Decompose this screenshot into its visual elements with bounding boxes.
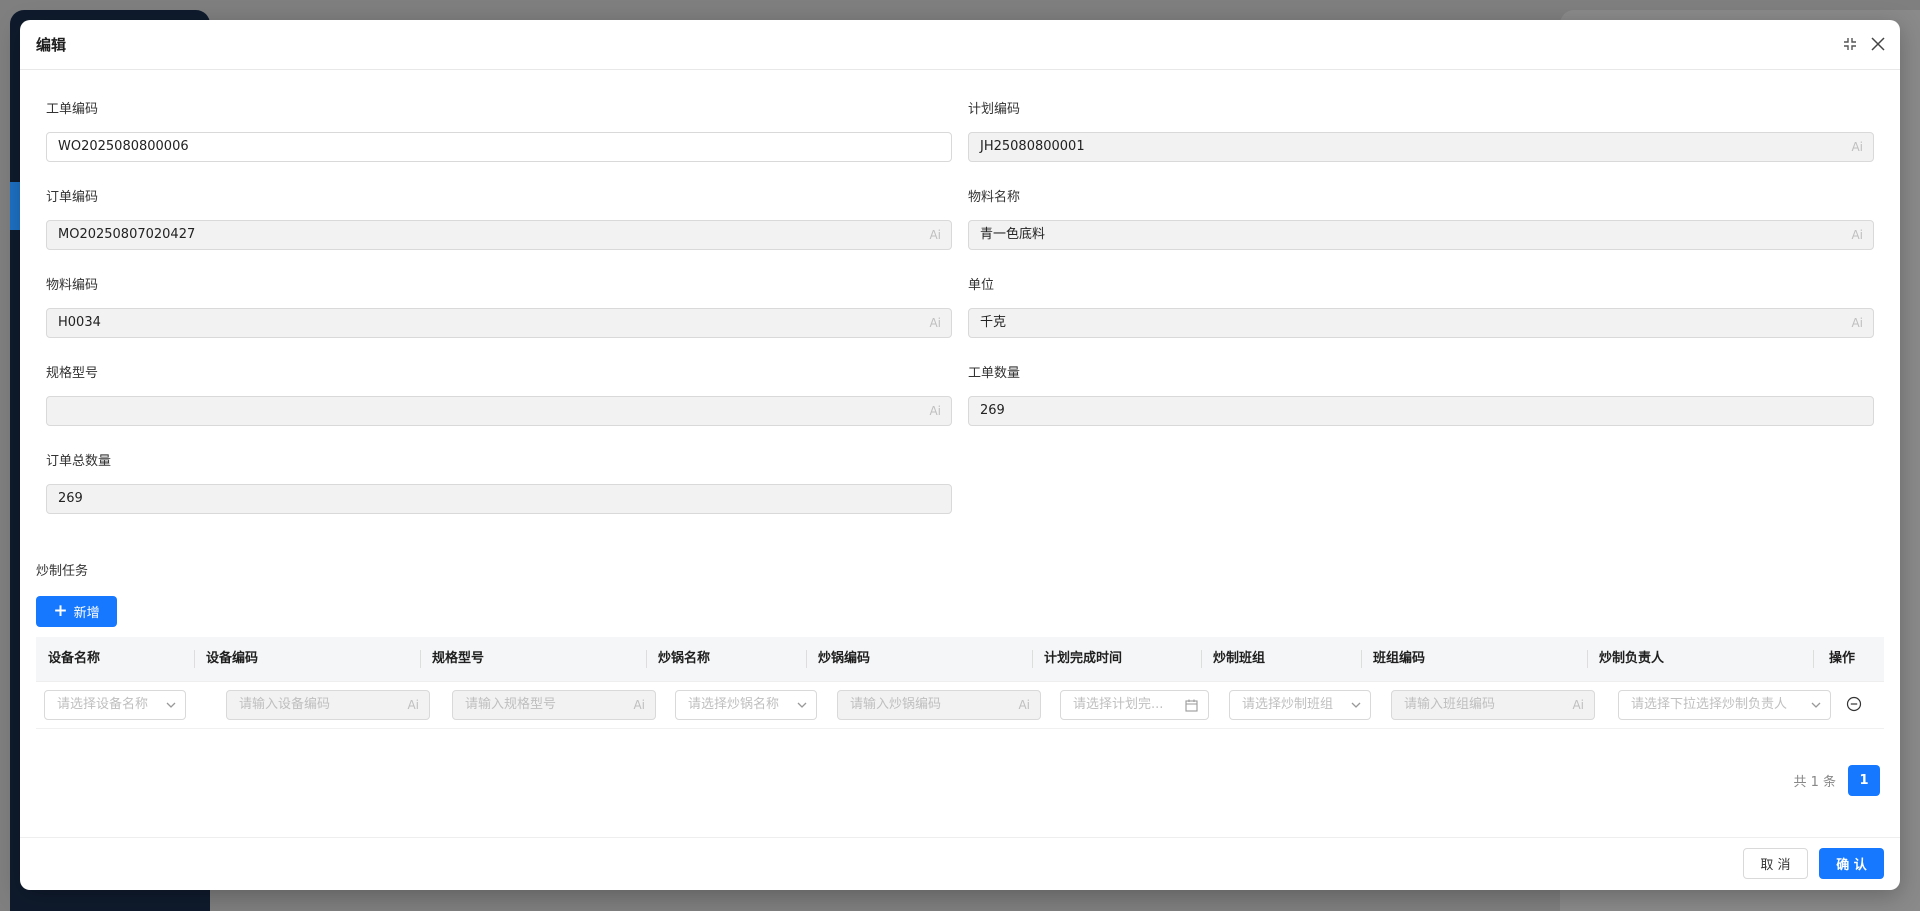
chevron-down-icon — [1811, 702, 1821, 708]
modal-title: 编辑 — [36, 36, 67, 54]
work-order-qty-label: 工单数量 — [968, 366, 1021, 381]
pagination-total: 共 1 条 — [1793, 775, 1836, 790]
plan-code-input[interactable]: JH25080800001 Ai — [968, 132, 1874, 162]
plan-finish-time-picker[interactable]: 请选择计划完... — [1060, 690, 1209, 720]
cancel-button[interactable]: 取 消 — [1743, 848, 1808, 879]
material-name-input[interactable]: 青一色底料 Ai — [968, 220, 1874, 250]
col-actions: 操作 — [1829, 651, 1856, 666]
col-plan-finish-time: 计划完成时间 — [1044, 651, 1123, 666]
calendar-icon — [1185, 699, 1198, 712]
ai-suffix: Ai — [407, 698, 419, 712]
tasks-section-title: 炒制任务 — [36, 564, 89, 579]
col-team-code: 班组编码 — [1373, 651, 1426, 666]
modal-footer: 取 消 确 认 — [20, 837, 1900, 890]
ai-suffix: Ai — [929, 228, 941, 242]
add-task-button[interactable]: + 新增 — [36, 596, 117, 627]
ai-suffix: Ai — [633, 698, 645, 712]
col-device-code: 设备编码 — [206, 651, 259, 666]
modal-header: 编辑 — [20, 20, 1900, 70]
ai-suffix: Ai — [929, 316, 941, 330]
material-code-item: 物料编码 H0034 Ai — [46, 276, 952, 338]
table-header: 设备名称 设备编码 规格型号 炒锅名称 炒锅编码 计划完成时间 炒制班组 班组编… — [36, 637, 1884, 682]
order-total-qty-input[interactable]: 269 — [46, 484, 952, 514]
unit-item: 单位 千克 Ai — [968, 276, 1874, 338]
wok-name-select[interactable]: 请选择炒锅名称 — [675, 690, 817, 720]
pagination-page-1[interactable]: 1 — [1848, 765, 1880, 796]
material-name-item: 物料名称 青一色底料 Ai — [968, 188, 1874, 250]
confirm-button[interactable]: 确 认 — [1819, 848, 1884, 879]
work-order-qty-item: 工单数量 269 — [968, 364, 1874, 426]
order-total-qty-label: 订单总数量 — [46, 454, 112, 469]
col-wok-code: 炒锅编码 — [818, 651, 871, 666]
chevron-down-icon — [1351, 702, 1361, 708]
team-code-input[interactable]: 请输入班组编码 Ai — [1391, 690, 1595, 720]
add-task-label: 新增 — [73, 606, 100, 621]
edit-modal: 编辑 工单编码 WO2025080800006 计划编码 JH250808000… — [20, 20, 1900, 890]
material-code-input[interactable]: H0034 Ai — [46, 308, 952, 338]
col-wok-name: 炒锅名称 — [658, 651, 711, 666]
ai-suffix: Ai — [1851, 140, 1863, 154]
wok-code-input[interactable]: 请输入炒锅编码 Ai — [837, 690, 1041, 720]
spec-model-item: 规格型号 Ai — [46, 364, 952, 426]
ai-suffix: Ai — [1851, 316, 1863, 330]
plan-code-label: 计划编码 — [968, 102, 1021, 117]
spec-model-input[interactable]: Ai — [46, 396, 952, 426]
pagination: 共 1 条 1 — [1793, 765, 1880, 796]
plus-icon: + — [53, 601, 68, 621]
plan-code-item: 计划编码 JH25080800001 Ai — [968, 100, 1874, 162]
fullscreen-icon[interactable] — [1840, 34, 1860, 54]
work-order-code-input[interactable]: WO2025080800006 — [46, 132, 952, 162]
chevron-down-icon — [797, 702, 807, 708]
ai-suffix: Ai — [929, 404, 941, 418]
order-code-label: 订单编码 — [46, 190, 99, 205]
col-team: 炒制班组 — [1213, 651, 1266, 666]
spec-model-label: 规格型号 — [46, 366, 99, 381]
col-owner: 炒制负责人 — [1599, 651, 1665, 666]
work-order-code-label: 工单编码 — [46, 102, 99, 117]
work-order-code-item: 工单编码 WO2025080800006 — [46, 100, 952, 162]
unit-label: 单位 — [968, 278, 995, 293]
ai-suffix: Ai — [1572, 698, 1584, 712]
order-total-qty-item: 订单总数量 269 — [46, 452, 952, 514]
ai-suffix: Ai — [1018, 698, 1030, 712]
spec-model-cell-input[interactable]: 请输入规格型号 Ai — [452, 690, 656, 720]
tasks-table: 设备名称 设备编码 规格型号 炒锅名称 炒锅编码 计划完成时间 炒制班组 班组编… — [36, 637, 1884, 729]
ai-suffix: Ai — [1851, 228, 1863, 242]
close-icon[interactable] — [1868, 34, 1888, 54]
col-spec-model: 规格型号 — [432, 651, 485, 666]
col-device-name: 设备名称 — [48, 651, 101, 666]
material-code-label: 物料编码 — [46, 278, 99, 293]
material-name-label: 物料名称 — [968, 190, 1021, 205]
device-name-select[interactable]: 请选择设备名称 — [44, 690, 186, 720]
owner-select[interactable]: 请选择下拉选择炒制负责人 — [1618, 690, 1831, 720]
table-row: 请选择设备名称 请输入设备编码 Ai 请输入规格型号 Ai 请选择炒锅名称 请输… — [36, 682, 1884, 729]
work-order-qty-input[interactable]: 269 — [968, 396, 1874, 426]
remove-row-icon[interactable] — [1846, 696, 1862, 712]
chevron-down-icon — [166, 702, 176, 708]
order-code-item: 订单编码 MO20250807020427 Ai — [46, 188, 952, 250]
unit-input[interactable]: 千克 Ai — [968, 308, 1874, 338]
order-code-input[interactable]: MO20250807020427 Ai — [46, 220, 952, 250]
team-select[interactable]: 请选择炒制班组 — [1229, 690, 1371, 720]
device-code-input[interactable]: 请输入设备编码 Ai — [226, 690, 430, 720]
